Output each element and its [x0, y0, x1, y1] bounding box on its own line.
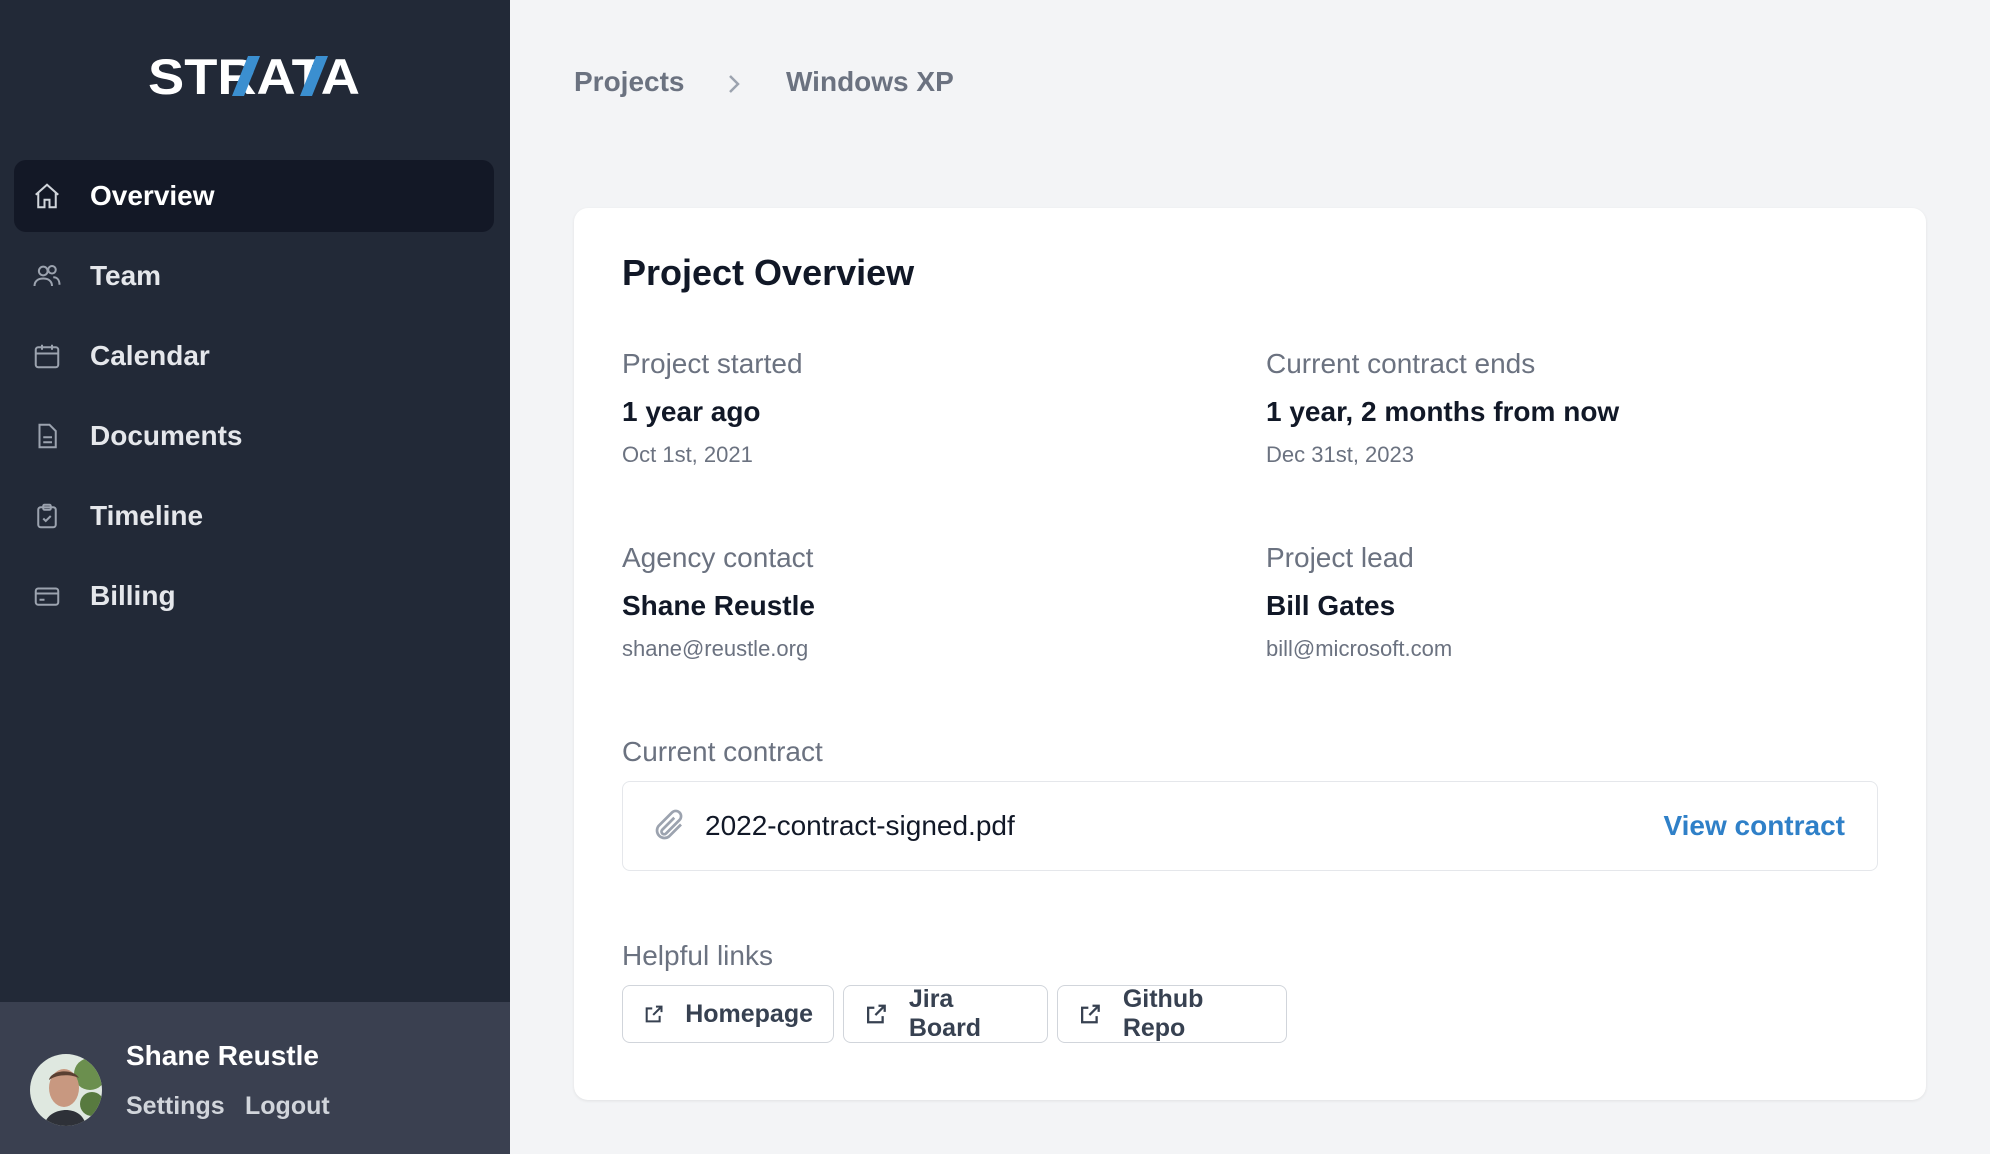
sidebar-item-overview[interactable]: Overview	[14, 160, 494, 232]
started-date: Oct 1st, 2021	[622, 442, 753, 467]
contract-label: Current contract	[622, 736, 823, 767]
clipboard-check-icon	[32, 501, 62, 531]
user-name: Shane Reustle	[126, 1040, 319, 1071]
breadcrumb-current: Windows XP	[786, 66, 954, 97]
paperclip-icon	[655, 809, 683, 840]
home-icon	[32, 181, 62, 211]
settings-link[interactable]: Settings	[126, 1092, 225, 1121]
ends-label: Current contract ends	[1266, 348, 1536, 379]
logout-link[interactable]: Logout	[245, 1092, 330, 1121]
card-title: Project Overview	[622, 252, 915, 293]
github-repo-button[interactable]: Github Repo	[1057, 985, 1287, 1043]
ends-date: Dec 31st, 2023	[1266, 442, 1414, 467]
users-icon	[32, 261, 62, 291]
sidebar-item-billing[interactable]: Billing	[14, 560, 494, 632]
calendar-icon	[32, 341, 62, 371]
started-label: Project started	[622, 348, 803, 379]
credit-card-icon	[32, 581, 62, 611]
user-footer: Shane Reustle Settings Logout	[0, 1002, 510, 1154]
agency-name: Shane Reustle	[622, 590, 815, 621]
lead-email[interactable]: bill@microsoft.com	[1266, 636, 1452, 662]
sidebar-item-documents[interactable]: Documents	[14, 400, 494, 472]
view-contract-link[interactable]: View contract	[1663, 810, 1845, 842]
strata-logo: STRATA	[148, 52, 360, 100]
document-icon	[32, 421, 62, 451]
external-link-icon	[867, 1004, 886, 1024]
sidebar-item-team[interactable]: Team	[14, 240, 494, 312]
homepage-button[interactable]: Homepage	[622, 985, 834, 1043]
ends-value: 1 year, 2 months from now	[1266, 396, 1620, 427]
agency-email[interactable]: shane@reustle.org	[622, 636, 808, 662]
breadcrumb-projects[interactable]: Projects	[574, 66, 685, 98]
contract-filename: 2022-contract-signed.pdf	[705, 810, 1015, 841]
avatar[interactable]	[30, 1054, 102, 1126]
sidebar-item-timeline[interactable]: Timeline	[14, 480, 494, 552]
chevron-right-icon	[729, 75, 740, 93]
jira-board-button[interactable]: Jira Board	[843, 985, 1048, 1043]
lead-name: Bill Gates	[1266, 590, 1396, 621]
external-link-icon	[1081, 1004, 1100, 1024]
contract-file-row: 2022-contract-signed.pdf View contract	[622, 781, 1878, 871]
started-value: 1 year ago	[622, 396, 761, 427]
lead-label: Project lead	[1266, 542, 1414, 573]
helpful-links-label: Helpful links	[622, 940, 773, 971]
sidebar: STRATA Overview Team Calendar Documents …	[0, 0, 510, 1154]
external-link-icon	[645, 1005, 663, 1023]
agency-label: Agency contact	[622, 542, 814, 573]
sidebar-item-calendar[interactable]: Calendar	[14, 320, 494, 392]
project-overview-card: Project Overview Project started 1 year …	[574, 208, 1926, 1100]
